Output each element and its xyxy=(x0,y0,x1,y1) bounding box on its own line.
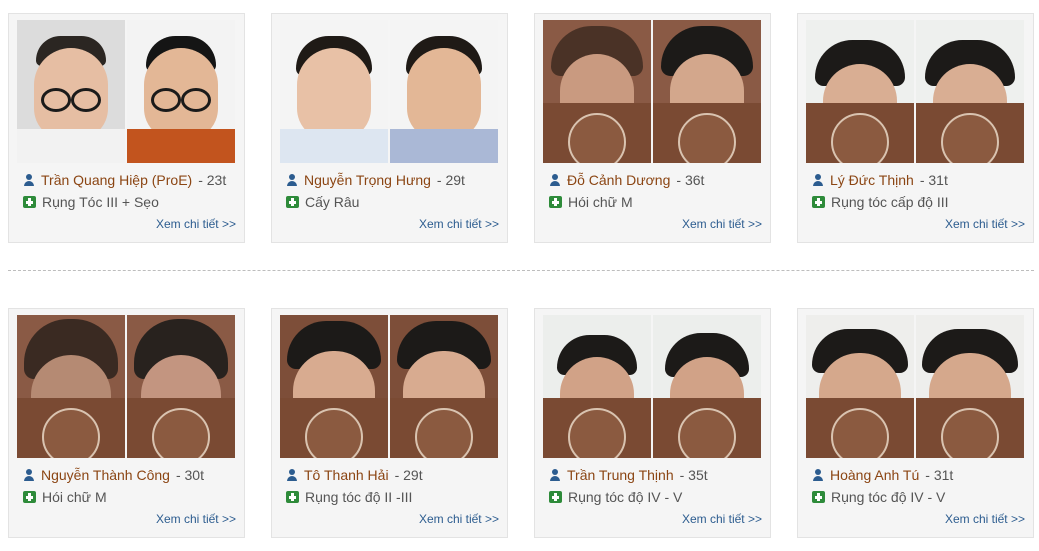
patient-name-row: Hoàng Anh Tú - 31t xyxy=(812,466,953,484)
before-photo[interactable] xyxy=(543,315,651,458)
patient-card[interactable]: Nguyễn Trọng Hưng - 29t Cấy Râu Xem chi … xyxy=(271,13,508,243)
condition-label: Hói chữ M xyxy=(42,489,107,505)
patient-age: - 23t xyxy=(198,172,227,188)
patient-card[interactable]: Đỗ Cảnh Dương - 36t Hói chữ M Xem chi ti… xyxy=(534,13,771,243)
patient-name-row: Trần Trung Thịnh - 35t xyxy=(549,466,708,484)
patient-age: - 35t xyxy=(679,467,708,483)
condition-label: Hói chữ M xyxy=(568,194,633,210)
medkit-icon xyxy=(812,491,825,503)
medkit-icon xyxy=(286,491,299,503)
user-icon xyxy=(23,174,35,186)
view-details-link[interactable]: Xem chi tiết >> xyxy=(156,512,236,526)
patient-name[interactable]: Hoàng Anh Tú xyxy=(830,467,919,483)
patient-name[interactable]: Nguyễn Thành Công xyxy=(41,467,170,483)
before-photo[interactable] xyxy=(543,20,651,163)
condition-row: Rụng tóc độ IV - V xyxy=(812,488,945,506)
before-photo[interactable] xyxy=(17,315,125,458)
view-details-link[interactable]: Xem chi tiết >> xyxy=(419,512,499,526)
condition-row: Rụng tóc độ II -III xyxy=(286,488,412,506)
user-icon xyxy=(812,174,824,186)
after-photo[interactable] xyxy=(390,315,498,458)
condition-row: Hói chữ M xyxy=(23,488,107,506)
patient-age: - 29t xyxy=(436,172,465,188)
patient-age: - 29t xyxy=(394,467,423,483)
patient-name[interactable]: Trần Quang Hiệp (ProE) xyxy=(41,172,192,188)
before-after-photos[interactable] xyxy=(280,315,498,458)
medkit-icon xyxy=(286,196,299,208)
condition-row: Rụng tóc độ IV - V xyxy=(549,488,682,506)
patient-name[interactable]: Nguyễn Trọng Hưng xyxy=(304,172,431,188)
before-photo[interactable] xyxy=(17,20,125,163)
medkit-icon xyxy=(549,491,562,503)
patient-age: - 30t xyxy=(175,467,204,483)
condition-label: Rụng Tóc III + Sẹo xyxy=(42,194,159,210)
user-icon xyxy=(286,174,298,186)
patient-name[interactable]: Lý Đức Thịnh xyxy=(830,172,914,188)
before-photo[interactable] xyxy=(280,20,388,163)
after-photo[interactable] xyxy=(653,315,761,458)
user-icon xyxy=(549,469,561,481)
patient-name-row: Nguyễn Thành Công - 30t xyxy=(23,466,204,484)
before-photo[interactable] xyxy=(806,315,914,458)
after-photo[interactable] xyxy=(653,20,761,163)
patient-card[interactable]: Tô Thanh Hải - 29t Rụng tóc độ II -III X… xyxy=(271,308,508,538)
patient-name-row: Lý Đức Thịnh - 31t xyxy=(812,171,948,189)
condition-label: Cấy Râu xyxy=(305,194,360,210)
patient-name[interactable]: Trần Trung Thịnh xyxy=(567,467,674,483)
before-after-photos[interactable] xyxy=(17,20,235,163)
before-photo[interactable] xyxy=(806,20,914,163)
before-after-photos[interactable] xyxy=(806,315,1024,458)
patient-card[interactable]: Trần Quang Hiệp (ProE) - 23t Rụng Tóc II… xyxy=(8,13,245,243)
view-details-link[interactable]: Xem chi tiết >> xyxy=(945,512,1025,526)
patient-name-row: Trần Quang Hiệp (ProE) - 23t xyxy=(23,171,226,189)
medkit-icon xyxy=(549,196,562,208)
condition-label: Rụng tóc độ IV - V xyxy=(568,489,683,505)
patient-name[interactable]: Đỗ Cảnh Dương xyxy=(567,172,670,188)
view-details-link[interactable]: Xem chi tiết >> xyxy=(419,217,499,231)
after-photo[interactable] xyxy=(916,315,1024,458)
patient-card[interactable]: Lý Đức Thịnh - 31t Rụng tóc cấp độ III X… xyxy=(797,13,1034,243)
after-photo[interactable] xyxy=(127,20,235,163)
condition-row: Cấy Râu xyxy=(286,193,359,211)
condition-row: Hói chữ M xyxy=(549,193,633,211)
user-icon xyxy=(286,469,298,481)
before-after-photos[interactable] xyxy=(280,20,498,163)
condition-label: Rụng tóc độ II -III xyxy=(305,489,413,505)
user-icon xyxy=(23,469,35,481)
row-divider xyxy=(8,270,1034,271)
patient-name-row: Tô Thanh Hải - 29t xyxy=(286,466,423,484)
user-icon xyxy=(549,174,561,186)
view-details-link[interactable]: Xem chi tiết >> xyxy=(156,217,236,231)
view-details-link[interactable]: Xem chi tiết >> xyxy=(945,217,1025,231)
condition-row: Rụng Tóc III + Sẹo xyxy=(23,193,159,211)
medkit-icon xyxy=(23,491,36,503)
before-after-photos[interactable] xyxy=(543,20,761,163)
view-details-link[interactable]: Xem chi tiết >> xyxy=(682,217,762,231)
patient-card[interactable]: Nguyễn Thành Công - 30t Hói chữ M Xem ch… xyxy=(8,308,245,538)
condition-row: Rụng tóc cấp độ III xyxy=(812,193,949,211)
after-photo[interactable] xyxy=(916,20,1024,163)
patient-name-row: Nguyễn Trọng Hưng - 29t xyxy=(286,171,465,189)
patient-age: - 31t xyxy=(919,172,948,188)
patient-name-row: Đỗ Cảnh Dương - 36t xyxy=(549,171,704,189)
patient-card[interactable]: Hoàng Anh Tú - 31t Rụng tóc độ IV - V Xe… xyxy=(797,308,1034,538)
patient-name[interactable]: Tô Thanh Hải xyxy=(304,467,389,483)
before-after-photos[interactable] xyxy=(806,20,1024,163)
patient-age: - 31t xyxy=(925,467,954,483)
after-photo[interactable] xyxy=(127,315,235,458)
user-icon xyxy=(812,469,824,481)
medkit-icon xyxy=(23,196,36,208)
view-details-link[interactable]: Xem chi tiết >> xyxy=(682,512,762,526)
before-photo[interactable] xyxy=(280,315,388,458)
before-after-photos[interactable] xyxy=(17,315,235,458)
after-photo[interactable] xyxy=(390,20,498,163)
patient-card[interactable]: Trần Trung Thịnh - 35t Rụng tóc độ IV - … xyxy=(534,308,771,538)
before-after-photos[interactable] xyxy=(543,315,761,458)
patient-age: - 36t xyxy=(676,172,705,188)
condition-label: Rụng tóc độ IV - V xyxy=(831,489,946,505)
medkit-icon xyxy=(812,196,825,208)
condition-label: Rụng tóc cấp độ III xyxy=(831,194,949,210)
